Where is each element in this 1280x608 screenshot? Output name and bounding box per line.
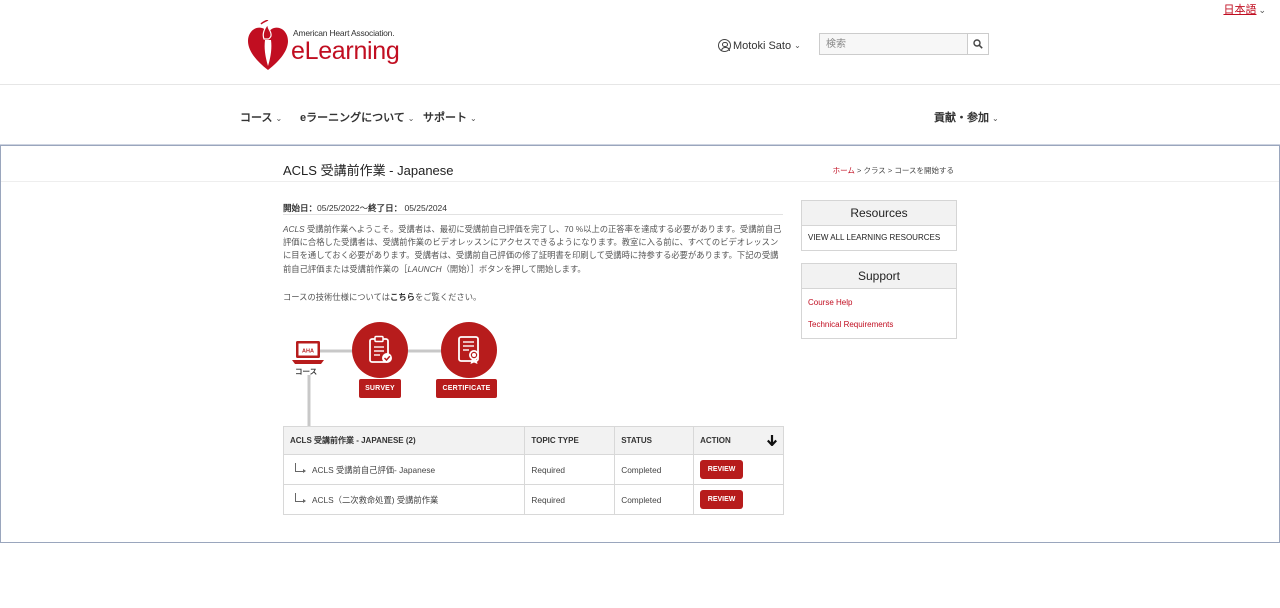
course-label: コース xyxy=(295,367,318,376)
date-separator: 〜 xyxy=(359,203,369,213)
nav-item-label: 貢献・参加 xyxy=(934,112,989,124)
main-content: ACLS 受講前作業 - Japanese ホーム > クラス > コースを開始… xyxy=(0,145,1280,543)
aha-elearning-logo[interactable]: American Heart Association. eLearning xyxy=(247,20,417,72)
column-header-action: ACTION xyxy=(693,426,784,455)
nav-item-contribute[interactable]: 貢献・参加 ⌄ xyxy=(934,109,999,125)
search-box xyxy=(819,33,989,55)
start-date: 05/25/2022 xyxy=(317,203,360,213)
table-header-row: ACLS 受講前作業 - JAPANESE (2) TOPIC TYPE STA… xyxy=(282,426,784,455)
arrow-down-icon[interactable] xyxy=(767,435,777,446)
row-action-cell: REVIEW xyxy=(693,454,784,485)
clipboard-check-icon xyxy=(369,335,392,363)
table-row: ACLS（二次救命処置) 受講前作業 Required Completed RE… xyxy=(282,484,784,515)
main-nav: コース ⌄ eラーニングについて ⌄ サポート ⌄ 貢献・参加 ⌄ xyxy=(0,85,1280,145)
laptop-aha-text: AHA xyxy=(302,349,314,355)
end-date: 05/25/2024 xyxy=(404,203,448,213)
title-bar: ACLS 受講前作業 - Japanese ホーム > クラス > コースを開始… xyxy=(1,146,1279,182)
page-title: ACLS 受講前作業 - Japanese xyxy=(283,163,454,178)
search-input[interactable] xyxy=(819,33,967,55)
row-topic-type: Required xyxy=(524,484,616,515)
course-dates: 開始日：05/25/2022〜終了日： 05/25/2024 xyxy=(283,202,783,215)
tech-note-text: コースの技術仕様については xyxy=(283,292,391,302)
user-icon xyxy=(718,39,731,52)
breadcrumb-current: コースを開始する xyxy=(894,166,954,175)
row-name-cell: ACLS 受講前自己評価- Japanese xyxy=(282,454,526,485)
course-description: ACLS 受講前作業へようこそ。受講者は、最初に受講前自己評価を完了し、70 %… xyxy=(283,223,783,276)
resources-title: Resources xyxy=(802,201,956,226)
row-status: Completed xyxy=(614,454,695,485)
chevron-down-icon: ⌄ xyxy=(992,114,999,123)
support-panel: Support Course Help Technical Requiremen… xyxy=(801,263,957,339)
tree-branch-icon xyxy=(294,492,306,505)
chevron-down-icon: ⌄ xyxy=(794,41,801,50)
description-lead: ACLS xyxy=(283,224,305,234)
breadcrumb: ホーム > クラス > コースを開始する xyxy=(833,165,954,176)
column-header-action-label: ACTION xyxy=(700,436,731,445)
description-launch: LAUNCH xyxy=(407,263,442,274)
search-button[interactable] xyxy=(967,33,989,55)
survey-button[interactable]: SURVEY xyxy=(359,379,401,398)
course-flow-diagram: AHA コース SURVEY CERTIFICATE xyxy=(283,318,513,433)
row-name-cell: ACLS（二次救命処置) 受講前作業 xyxy=(282,484,526,515)
breadcrumb-classes[interactable]: クラス xyxy=(863,166,885,175)
column-header-topic-type: TOPIC TYPE xyxy=(524,426,616,455)
row-name: ACLS（二次救命処置) 受講前作業 xyxy=(312,494,439,505)
nav-item-about[interactable]: eラーニングについて ⌄ xyxy=(300,109,415,125)
start-date-label: 開始日： xyxy=(283,203,318,213)
course-table: ACLS 受講前作業 - JAPANESE (2) TOPIC TYPE STA… xyxy=(282,426,784,515)
heart-torch-icon xyxy=(248,20,288,70)
chevron-down-icon: ⌄ xyxy=(275,114,283,123)
survey-step xyxy=(352,322,408,378)
nav-item-label: サポート xyxy=(423,112,467,124)
support-title: Support xyxy=(802,264,956,289)
logo-product-name: eLearning xyxy=(291,37,400,65)
description-tail: （開始）］ボタンを押して開始します。 xyxy=(441,263,586,274)
row-topic-type: Required xyxy=(524,454,616,485)
tech-spec-note: コースの技術仕様についてはこちらをご覧ください。 xyxy=(283,291,481,303)
nav-item-label: eラーニングについて xyxy=(300,112,405,124)
site-header: American Heart Association. eLearning Mo… xyxy=(0,0,1280,85)
user-name: Motoki Sato xyxy=(733,39,792,52)
row-status: Completed xyxy=(614,484,695,515)
certificate-button[interactable]: CERTIFICATE xyxy=(436,379,497,398)
row-name: ACLS 受講前自己評価- Japanese xyxy=(312,464,436,475)
nav-item-courses[interactable]: コース ⌄ xyxy=(240,109,282,125)
resources-panel: Resources VIEW ALL LEARNING RESOURCES xyxy=(801,200,957,251)
chevron-down-icon: ⌄ xyxy=(470,114,477,123)
end-date-label: 終了日： xyxy=(368,203,403,213)
view-all-resources-link[interactable]: VIEW ALL LEARNING RESOURCES xyxy=(802,226,956,250)
laptop-icon: AHA xyxy=(292,341,324,364)
tree-branch-icon xyxy=(294,462,306,475)
column-header-name: ACLS 受講前作業 - JAPANESE (2) xyxy=(282,426,526,455)
course-help-link[interactable]: Course Help xyxy=(802,292,956,314)
nav-item-label: コース xyxy=(240,112,273,124)
column-header-status: STATUS xyxy=(614,426,695,455)
search-icon xyxy=(973,39,983,49)
technical-requirements-link[interactable]: Technical Requirements xyxy=(802,314,956,336)
certificate-step xyxy=(441,322,497,378)
tech-note-text: をご覧ください。 xyxy=(414,292,482,302)
chevron-down-icon: ⌄ xyxy=(407,114,415,123)
breadcrumb-home[interactable]: ホーム xyxy=(833,166,855,175)
review-button[interactable]: REVIEW xyxy=(700,490,744,509)
row-action-cell: REVIEW xyxy=(693,484,784,515)
review-button[interactable]: REVIEW xyxy=(700,460,744,479)
nav-item-support[interactable]: サポート ⌄ xyxy=(423,109,477,125)
certificate-icon xyxy=(458,336,479,364)
user-menu[interactable]: Motoki Sato ⌄ xyxy=(718,39,801,52)
tech-spec-link[interactable]: こちら xyxy=(390,292,415,302)
table-row: ACLS 受講前自己評価- Japanese Required Complete… xyxy=(282,454,784,485)
